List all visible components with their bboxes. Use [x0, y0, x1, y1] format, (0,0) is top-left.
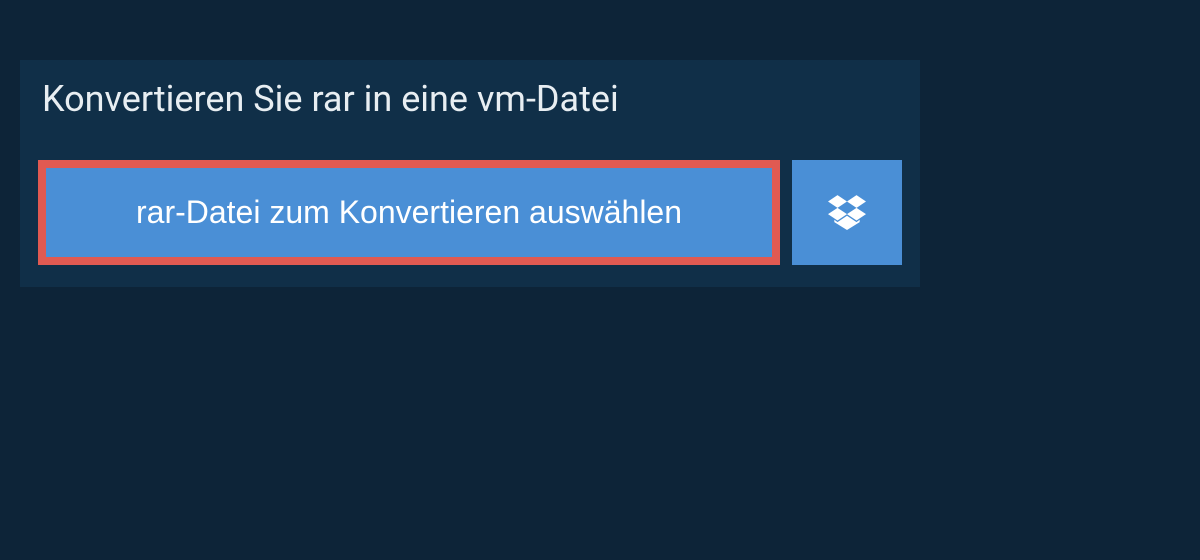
dropbox-button[interactable]	[792, 160, 902, 265]
converter-panel: Konvertieren Sie rar in eine vm-Datei ra…	[20, 60, 920, 287]
action-row: rar-Datei zum Konvertieren auswählen	[20, 138, 920, 287]
page-title: Konvertieren Sie rar in eine vm-Datei	[42, 78, 619, 120]
dropbox-icon	[828, 192, 866, 233]
select-file-button[interactable]: rar-Datei zum Konvertieren auswählen	[38, 160, 780, 265]
title-bar: Konvertieren Sie rar in eine vm-Datei	[20, 60, 641, 138]
select-file-label: rar-Datei zum Konvertieren auswählen	[136, 194, 682, 231]
